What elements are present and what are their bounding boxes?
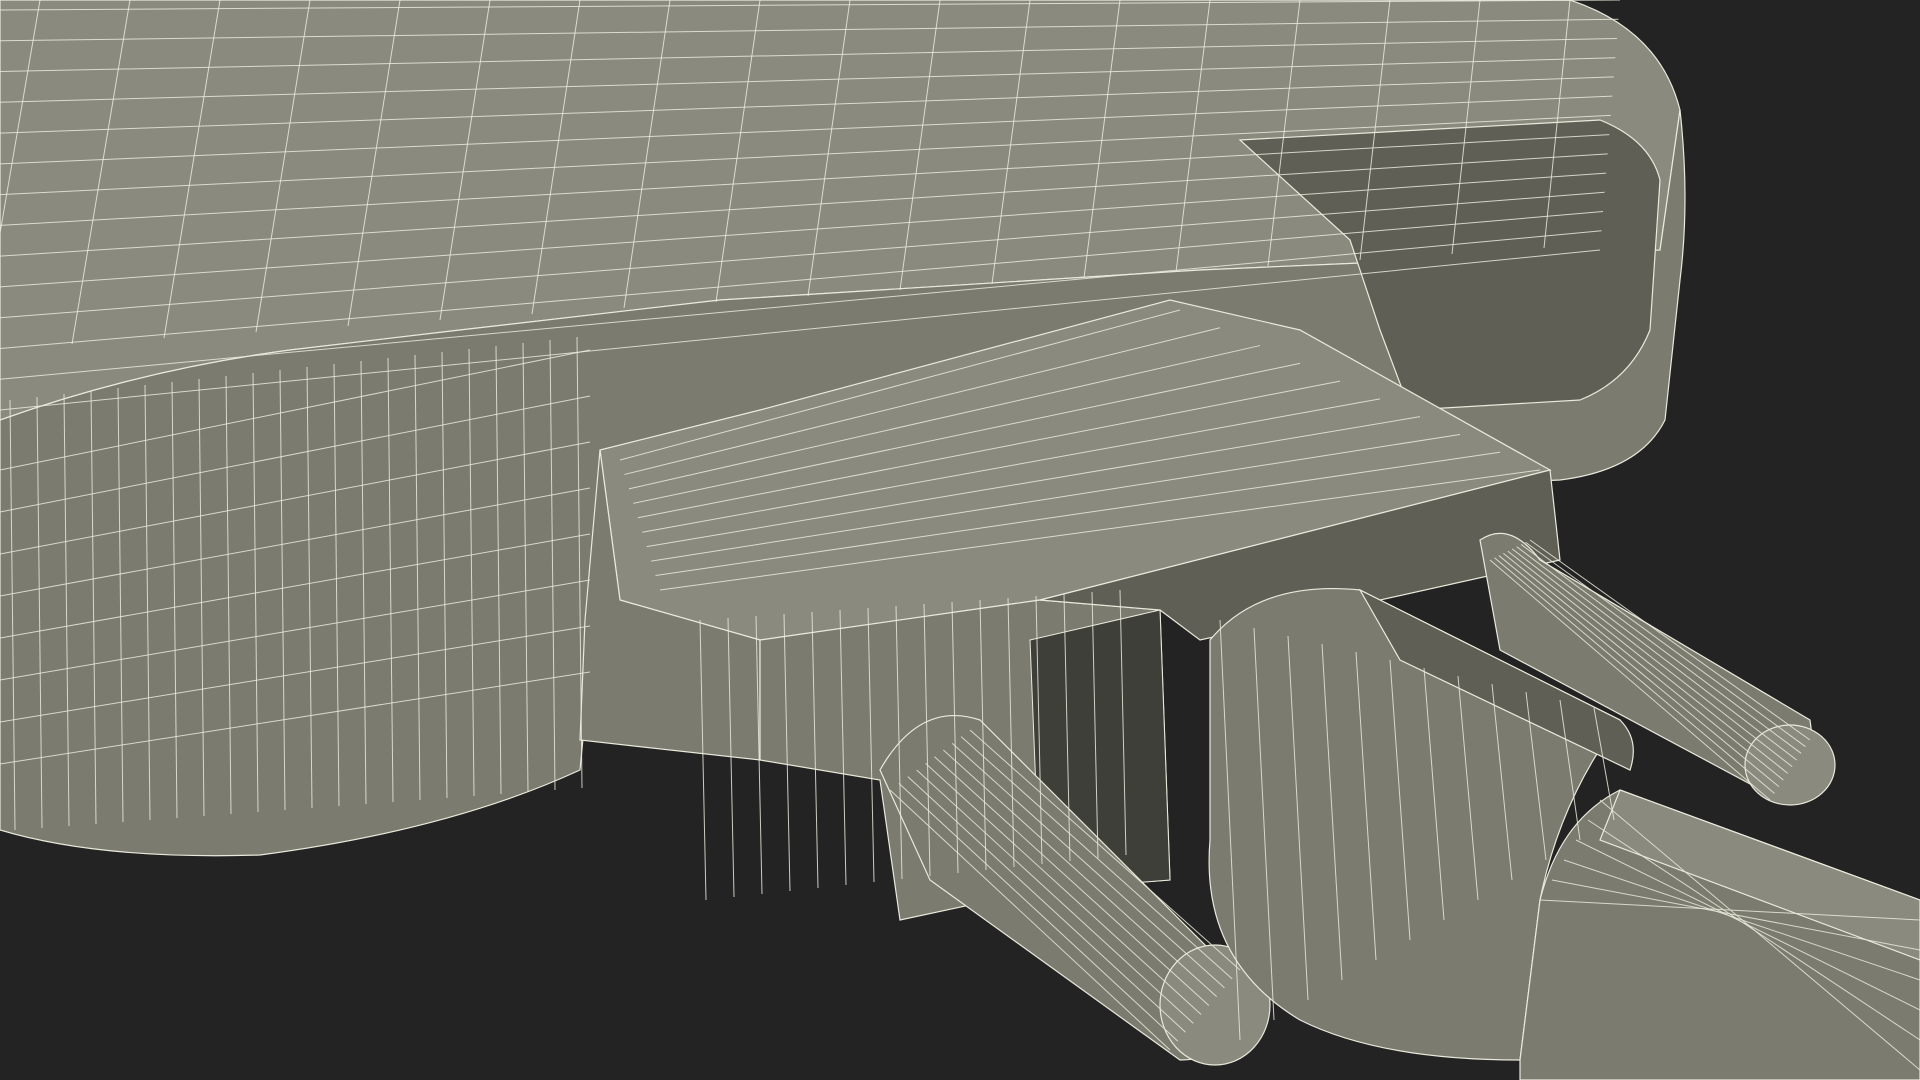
- wireframe-render: [0, 0, 1920, 1080]
- cable: [1519, 789, 1920, 1080]
- viewport: [0, 0, 1920, 1080]
